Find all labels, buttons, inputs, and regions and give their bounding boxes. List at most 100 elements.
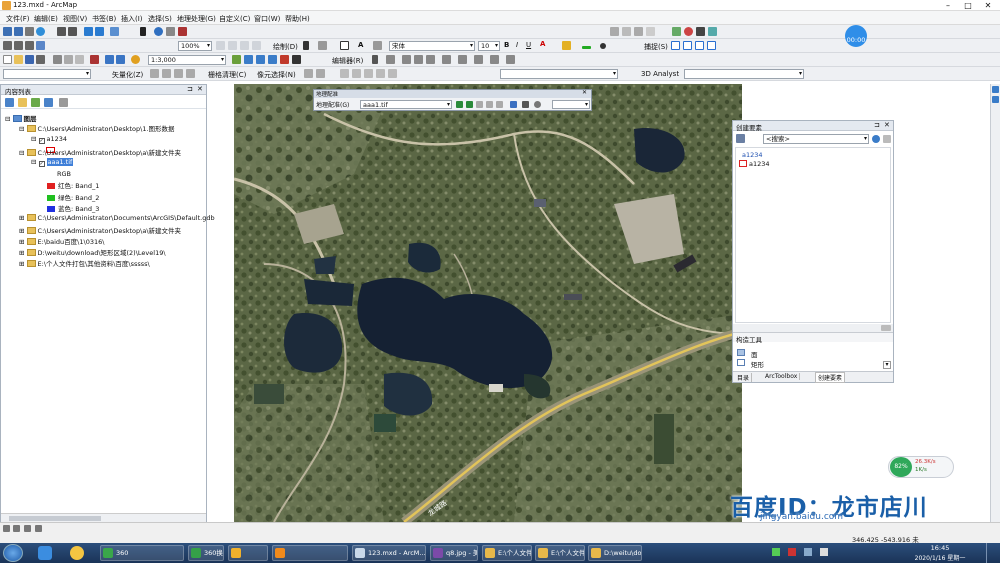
template-splitter[interactable]	[733, 324, 893, 332]
python-window-icon[interactable]	[292, 55, 301, 64]
sketch-properties-icon[interactable]	[490, 55, 499, 64]
vectorize-tool-c-icon[interactable]	[174, 69, 183, 78]
editor-menu[interactable]: 编辑器(R)	[332, 56, 363, 66]
georef-menu[interactable]: 地理配准(G)	[316, 100, 349, 109]
toc-root-row[interactable]: ⊟ 图层	[5, 113, 37, 123]
polygon-tool-icon[interactable]	[737, 349, 745, 356]
text-tool-icon[interactable]: A	[358, 41, 363, 49]
menu-item-8[interactable]: 窗口(W)	[254, 14, 280, 24]
new-document-icon[interactable]	[3, 55, 12, 64]
full-extent-icon[interactable]	[36, 27, 45, 36]
cleanup-tool-b-icon[interactable]	[352, 69, 361, 78]
expand-icon[interactable]: ⊞	[19, 260, 24, 268]
toc-scroll-thumb[interactable]	[9, 516, 101, 521]
rotate-edit-icon[interactable]	[458, 55, 467, 64]
measure-icon[interactable]	[178, 27, 187, 36]
snap-end-icon[interactable]	[683, 41, 692, 50]
add-control-points-icon[interactable]	[486, 101, 493, 108]
expand-icon[interactable]: ⊞	[19, 249, 24, 257]
toc-folder-row[interactable]: ⊞ E:\个人文件打包\其他资料\百度\sssss\	[19, 258, 150, 268]
text-dropdown-icon[interactable]	[373, 41, 382, 50]
menu-item-9[interactable]: 帮助(H)	[285, 14, 310, 24]
tab-create-features[interactable]: 创建要素	[815, 372, 846, 383]
scale-georef-icon[interactable]	[476, 101, 483, 108]
zoom-layer-icon[interactable]	[3, 41, 12, 50]
tray-flag-icon[interactable]	[820, 548, 828, 556]
viewer-icon[interactable]	[522, 101, 529, 108]
create-features-close-icon[interactable]: ✕	[884, 121, 890, 129]
chrome-icon[interactable]	[70, 546, 84, 560]
toc-band-row[interactable]: 红色: Band_1	[47, 180, 99, 190]
expand-icon[interactable]: ⊞	[19, 214, 24, 222]
minimize-button[interactable]: –	[938, 0, 958, 10]
maximize-button[interactable]: □	[958, 0, 978, 10]
cell-tool-a-icon[interactable]	[304, 69, 313, 78]
catalog-icon[interactable]	[256, 55, 265, 64]
toc-band-row[interactable]: 绿色: Band_2	[47, 192, 99, 202]
fill-color-icon[interactable]	[562, 41, 571, 50]
cleanup-tool-d-icon[interactable]	[376, 69, 385, 78]
taskbar-item[interactable]: q8.jpg - 美明画...	[430, 545, 478, 561]
template-properties-icon[interactable]	[881, 325, 891, 331]
collapse-icon[interactable]: ⊟	[31, 135, 36, 143]
open-icon[interactable]	[14, 55, 23, 64]
toc-folder-row[interactable]: ⊟ C:\Users\Administrator\Desktop\1.图形数据	[19, 123, 175, 133]
toc-folder-row[interactable]: ⊞ C:\Users\Administrator\Desktop\a\新建文件夹	[19, 225, 181, 235]
snap-vertex-icon[interactable]	[695, 41, 704, 50]
paste-icon[interactable]	[75, 55, 84, 64]
page-zoom-icon[interactable]	[25, 41, 34, 50]
quicklaunch-icon-1[interactable]	[38, 546, 52, 560]
italic-button[interactable]: I	[516, 41, 518, 49]
rectangle-tool-label[interactable]: 矩形	[751, 359, 764, 369]
fixed-zoom-out-icon[interactable]	[68, 27, 77, 36]
font-name-combo[interactable]: 宋体	[389, 41, 475, 51]
collapse-icon[interactable]: ⊟	[31, 158, 36, 166]
bold-button[interactable]: B	[504, 41, 509, 49]
show-desktop-button[interactable]	[986, 543, 998, 563]
taskbar-item[interactable]: 123.mxd - ArcM...	[352, 545, 426, 561]
layer-checkbox[interactable]: ✓	[38, 161, 45, 167]
tab-catalog[interactable]: 目录	[735, 373, 753, 382]
dock-search-icon[interactable]	[992, 96, 999, 103]
3d-analyst-menu[interactable]: 3D Analyst	[641, 70, 679, 78]
rotate-icon[interactable]	[318, 41, 327, 50]
attributes-icon[interactable]	[474, 55, 483, 64]
clock-date[interactable]: 2020/1/16 星期一	[904, 553, 976, 562]
split-icon[interactable]	[442, 55, 451, 64]
network-speed-widget[interactable]: 82% 26.3K/s 1K/s	[888, 456, 954, 478]
menu-item-6[interactable]: 地理处理(G)	[177, 14, 216, 24]
layer-checkbox[interactable]: ✓	[38, 138, 45, 144]
draw-menu[interactable]: 绘制(D)	[273, 42, 298, 52]
toc-folder-row[interactable]: ⊞ E:\baidu百度\1\0316\	[19, 236, 104, 246]
cleanup-tool-e-icon[interactable]	[388, 69, 397, 78]
taskbar-item[interactable]: E:\个人文件打包\...	[535, 545, 585, 561]
list-by-drawing-order-icon[interactable]	[5, 98, 14, 107]
layout-tool-a-icon[interactable]	[216, 41, 225, 50]
list-by-source-icon[interactable]	[18, 98, 27, 107]
zoom-in-icon[interactable]	[3, 27, 12, 36]
raster-layer-combo[interactable]	[500, 69, 618, 79]
toolbar-icon-b[interactable]	[622, 27, 631, 36]
template-search-input[interactable]: <搜索>	[763, 134, 869, 144]
expand-icon[interactable]: ⊟	[19, 149, 24, 157]
pause-drawing-icon[interactable]	[35, 525, 42, 532]
taskbar-item[interactable]	[272, 545, 348, 561]
edit-tool-icon[interactable]	[372, 55, 378, 64]
rectangle-tool-icon[interactable]	[737, 359, 745, 366]
cell-tool-b-icon[interactable]	[316, 69, 325, 78]
scale-combo[interactable]: 1:3,000	[148, 55, 226, 65]
tab-arctoolbox[interactable]: ArcToolbox	[763, 373, 801, 380]
pan-icon[interactable]	[25, 27, 34, 36]
close-button[interactable]: ✕	[978, 0, 998, 10]
identify-icon[interactable]	[154, 27, 163, 36]
copy-icon[interactable]	[64, 55, 73, 64]
cut-icon[interactable]	[53, 55, 62, 64]
auto-adjust-icon[interactable]	[496, 101, 503, 108]
editor-toolbar-icon[interactable]	[232, 55, 241, 64]
zoom-percent-combo[interactable]: 100%	[178, 41, 212, 51]
toolbar-icon-e[interactable]	[672, 27, 681, 36]
tray-network-icon[interactable]	[772, 548, 780, 556]
taskbar-item[interactable]: 360换肤-大数据...	[188, 545, 224, 561]
draw-select-icon[interactable]	[303, 41, 309, 50]
georef-close-icon[interactable]: ✕	[582, 89, 587, 96]
